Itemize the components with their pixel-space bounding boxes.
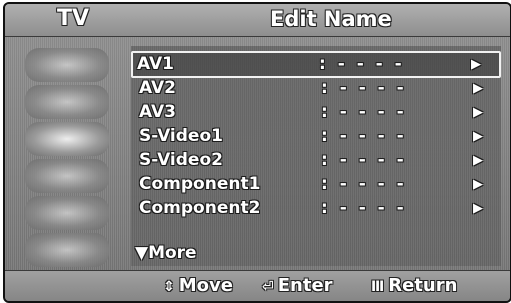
- item-name: AV3: [139, 102, 176, 122]
- menu-item-av2[interactable]: AV2 : - - - - ▶: [135, 77, 495, 100]
- sidebar-menu: [11, 46, 123, 267]
- item-name: S-Video1: [139, 126, 223, 146]
- button-guide-bar: ⇕ Move ⏎ Enter Ⅲ Return: [5, 270, 510, 301]
- osd-screen: TV Edit Name AV1 : - - - - ▶ AV2 : - - -…: [3, 2, 511, 303]
- chevron-right-icon: ▶: [473, 177, 483, 192]
- sound-icon[interactable]: [25, 85, 109, 119]
- up-down-arrows-icon: ⇕: [163, 279, 175, 295]
- channel-icon[interactable]: [25, 122, 109, 156]
- move-hint: ⇕ Move: [163, 275, 233, 296]
- menu-item-av3[interactable]: AV3 : - - - - ▶: [135, 101, 495, 124]
- move-label: Move: [178, 275, 233, 296]
- item-name: Component1: [139, 174, 261, 194]
- edit-name-list: AV1 : - - - - ▶ AV2 : - - - - ▶ AV3 : - …: [131, 46, 501, 266]
- enter-label: Enter: [277, 275, 333, 296]
- menu-return-icon: Ⅲ: [371, 279, 385, 295]
- item-value: : - - - -: [321, 102, 407, 122]
- item-value: : - - - -: [321, 198, 407, 218]
- chevron-right-icon: ▶: [473, 129, 483, 144]
- menu-item-av1[interactable]: AV1 : - - - - ▶: [131, 51, 501, 78]
- setup-icon[interactable]: [25, 159, 109, 193]
- enter-hint: ⏎ Enter: [262, 275, 333, 296]
- item-value: : - - - -: [321, 78, 407, 98]
- item-name: AV1: [137, 54, 174, 74]
- item-value: : - - - -: [321, 126, 407, 146]
- return-label: Return: [388, 275, 458, 296]
- picture-icon[interactable]: [25, 48, 109, 82]
- source-label: TV: [57, 6, 90, 31]
- item-name: Component2: [139, 198, 261, 218]
- application-icon[interactable]: [25, 233, 109, 267]
- chevron-right-icon: ▶: [473, 153, 483, 168]
- item-name: S-Video2: [139, 150, 223, 170]
- item-value: : - - - -: [321, 174, 407, 194]
- menu-title: Edit Name: [270, 7, 392, 31]
- item-value: : - - - -: [319, 54, 405, 74]
- chevron-right-icon: ▶: [471, 57, 481, 72]
- chevron-right-icon: ▶: [473, 105, 483, 120]
- menu-item-s-video2[interactable]: S-Video2 : - - - - ▶: [135, 149, 495, 172]
- item-name: AV2: [139, 78, 176, 98]
- more-indicator[interactable]: ▼More: [135, 243, 197, 263]
- menu-item-component2[interactable]: Component2 : - - - - ▶: [135, 197, 495, 220]
- menu-item-component1[interactable]: Component1 : - - - - ▶: [135, 173, 495, 196]
- menu-item-s-video1[interactable]: S-Video1 : - - - - ▶: [135, 125, 495, 148]
- chevron-right-icon: ▶: [473, 81, 483, 96]
- chevron-right-icon: ▶: [473, 201, 483, 216]
- return-hint: Ⅲ Return: [371, 275, 457, 296]
- item-value: : - - - -: [321, 150, 407, 170]
- title-bar: TV Edit Name: [5, 4, 510, 37]
- input-icon[interactable]: [25, 196, 109, 230]
- enter-icon: ⏎: [262, 279, 274, 295]
